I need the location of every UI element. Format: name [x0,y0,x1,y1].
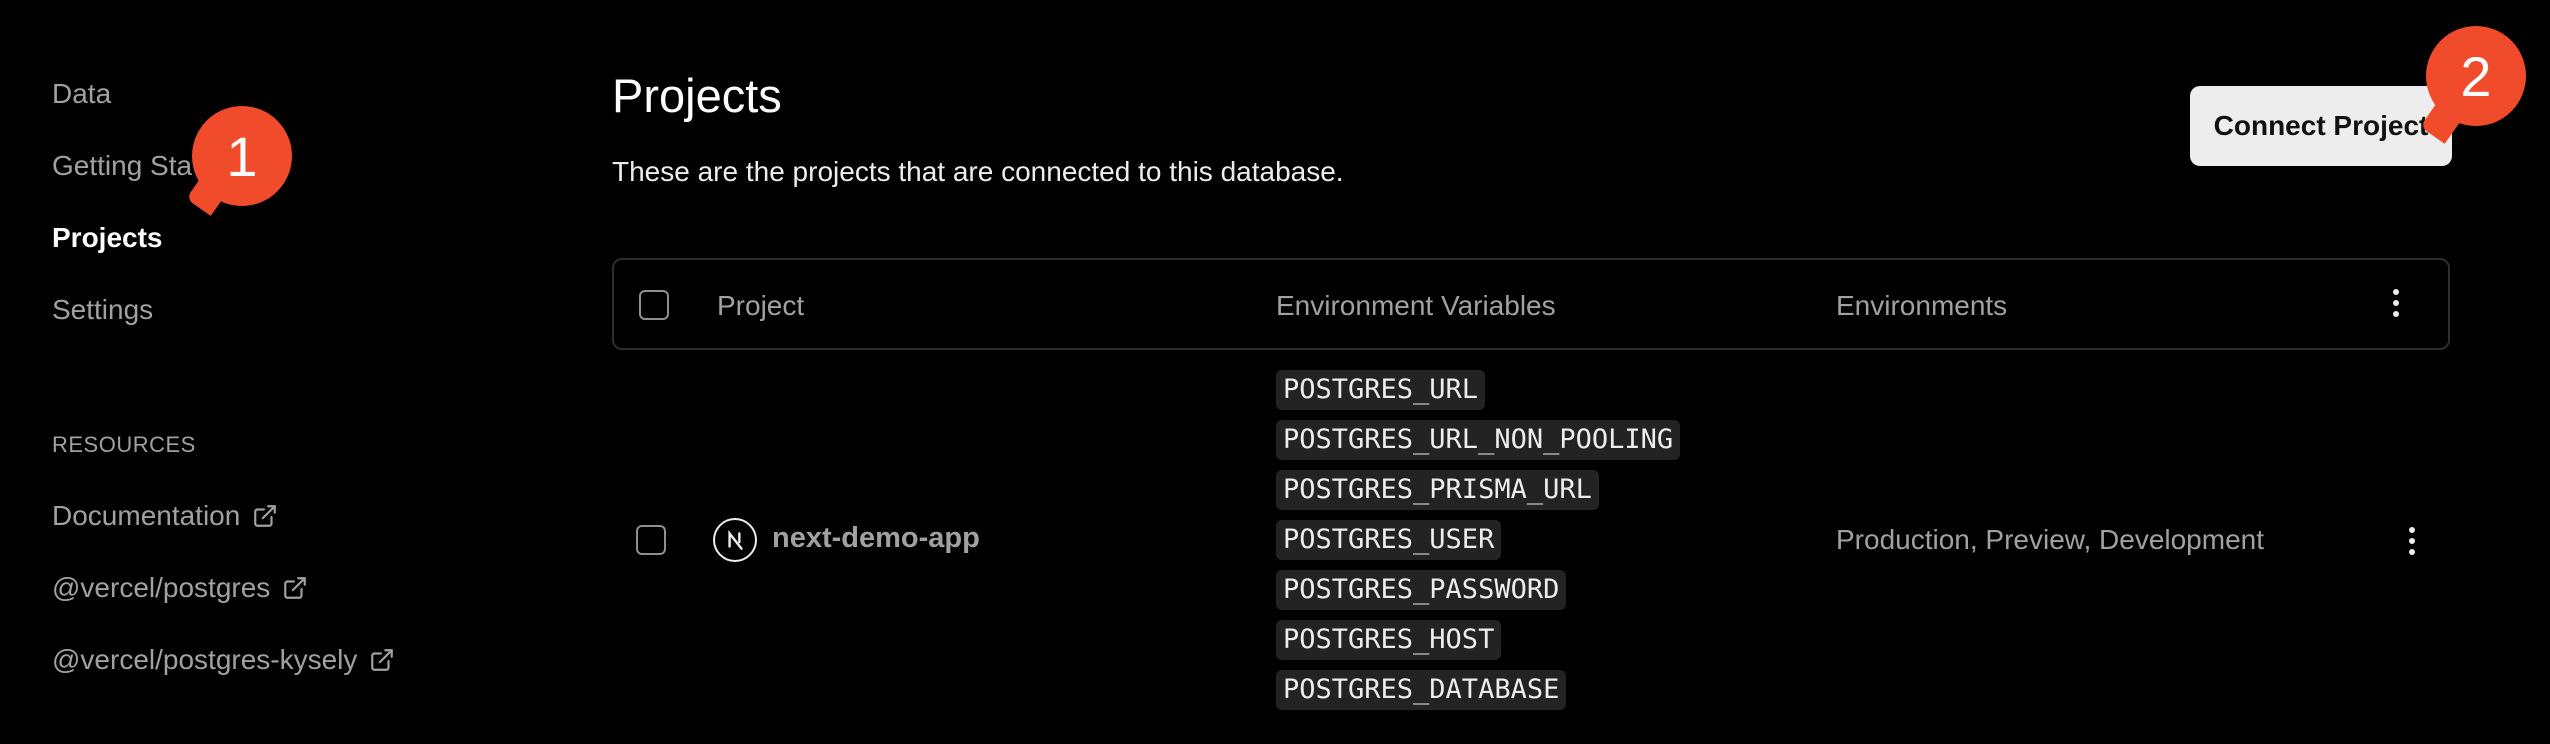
env-var-badge: POSTGRES_URL [1276,370,1486,410]
external-link-icon [371,649,394,671]
row-checkbox[interactable] [636,525,666,555]
table-header: Project Environment Variables Environmen… [612,258,2450,350]
callout-number-1: 1 [192,106,292,206]
column-header-environments: Environments [1836,290,2008,321]
sidebar-item-settings[interactable]: Settings [52,294,153,326]
resources-heading: RESOURCES [52,432,196,457]
env-var-badge: POSTGRES_USER [1276,520,1502,560]
env-var-badge: POSTGRES_PRISMA_URL [1276,470,1599,510]
page-title: Projects [612,69,782,122]
documentation-link-label: Documentation [52,500,241,531]
vercel-postgres-kysely-link[interactable]: @vercel/postgres-kysely [52,644,395,676]
project-name-link[interactable]: next-demo-app [772,522,980,555]
connect-project-button[interactable]: Connect Project [2190,86,2452,166]
external-link-icon [254,505,277,527]
sidebar-item-projects[interactable]: Projects [52,222,163,254]
row-more-options-icon[interactable] [2397,521,2427,561]
vercel-postgres-link[interactable]: @vercel/postgres [52,572,308,604]
nextjs-logo-icon [713,518,757,562]
env-var-badge: POSTGRES_DATABASE [1276,670,1567,710]
external-link-icon [284,577,307,599]
documentation-link[interactable]: Documentation [52,500,278,532]
env-var-badge: POSTGRES_HOST [1276,620,1502,660]
environments-cell: Production, Preview, Development [1836,524,2264,555]
column-header-project: Project [717,290,805,321]
header-more-options-icon[interactable] [2381,283,2411,323]
column-header-environment-variables: Environment Variables [1276,290,1556,321]
env-var-badge: POSTGRES_PASSWORD [1276,570,1567,610]
page-description: These are the projects that are connecte… [612,156,1344,187]
vercel-postgres-kysely-link-label: @vercel/postgres-kysely [52,644,358,675]
sidebar-item-getting-started[interactable]: Getting Sta [52,150,192,182]
callout-number-2: 2 [2426,26,2526,126]
env-var-badge: POSTGRES_URL_NON_POOLING [1276,420,1681,460]
vercel-postgres-link-label: @vercel/postgres [52,572,271,603]
sidebar: Data Getting Sta Projects Settings RESOU… [0,0,560,744]
sidebar-item-data[interactable]: Data [52,78,111,110]
select-all-checkbox[interactable] [639,290,669,320]
